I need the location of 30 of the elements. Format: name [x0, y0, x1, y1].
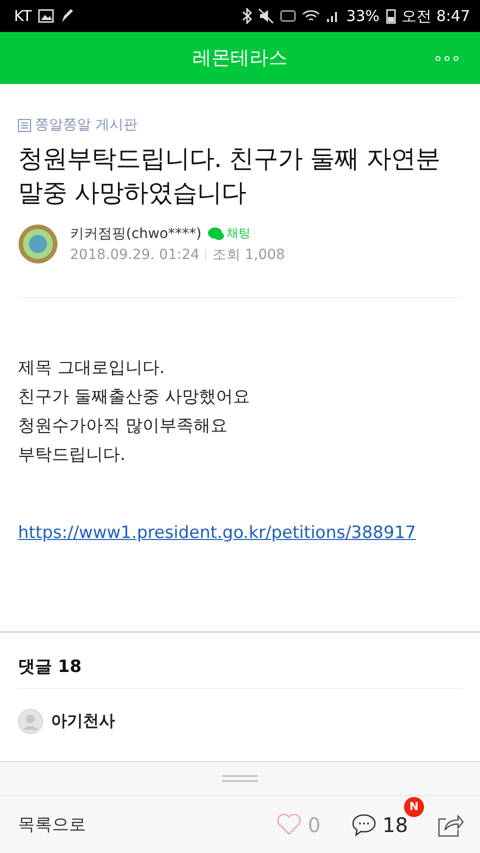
- carrier-name: KT: [14, 7, 32, 25]
- bluetooth-icon: [242, 8, 252, 24]
- header-title: 레몬테라스: [192, 46, 288, 71]
- back-to-list-button[interactable]: 목록으로: [18, 813, 86, 836]
- comments-heading: 댓글 18: [17, 656, 83, 679]
- view-count: 조회 1,008: [212, 246, 285, 264]
- pen-icon: [60, 8, 74, 24]
- mute-icon: [258, 8, 274, 24]
- board-link[interactable]: 쫑알쫑알 게시판: [35, 116, 138, 134]
- wifi-icon: [302, 9, 320, 23]
- chat-bubble-icon: [208, 226, 224, 240]
- post-title: 청원부탁드립니다. 친구가 둘째 자연분말중 사망하였습니다: [18, 143, 441, 209]
- drag-handle-icon[interactable]: [222, 775, 258, 782]
- avatar-icon: [18, 709, 43, 734]
- author-avatar[interactable]: [18, 224, 58, 264]
- body-line: 친구가 둘째출산중 사망했어요: [18, 386, 251, 409]
- petition-link[interactable]: https://www1.president.go.kr/petitions/388917: [18, 523, 416, 543]
- author-name[interactable]: 키커점핑(chwo****): [70, 224, 202, 242]
- speech-bubble-icon: [350, 812, 377, 836]
- post-date: 2018.09.29. 01:24: [70, 246, 200, 262]
- gallery-icon: [38, 9, 54, 23]
- battery-icon: [386, 8, 396, 24]
- body-line: 부탁드립니다.: [18, 444, 126, 467]
- list-icon: [18, 118, 31, 132]
- battery-percent: 33%: [346, 7, 380, 25]
- clock: 오전 8:47: [402, 6, 470, 26]
- body-line: 청원수가아직 많이부족해요: [18, 415, 228, 438]
- comment-author[interactable]: 아기천사: [51, 711, 115, 732]
- body-line: 제목 그대로입니다.: [18, 357, 166, 380]
- new-badge: N: [404, 796, 424, 816]
